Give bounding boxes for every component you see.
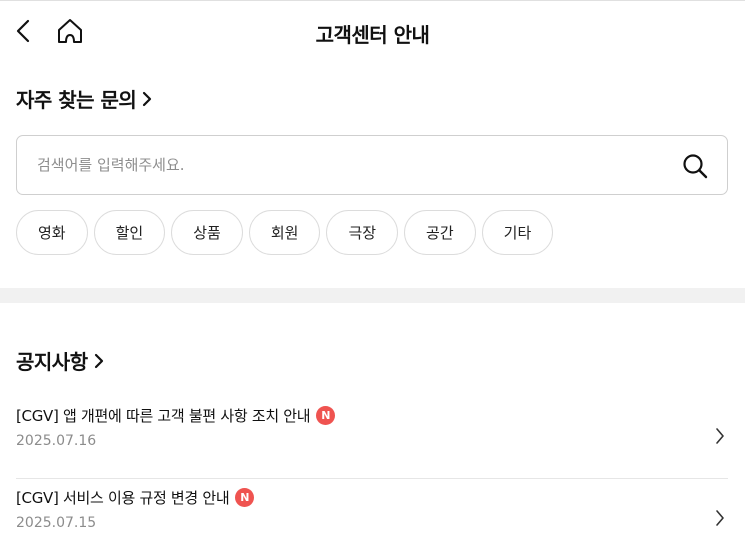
faq-title-link[interactable]: 자주 찾는 문의 bbox=[16, 84, 728, 113]
chevron-right-icon bbox=[716, 428, 724, 444]
faq-search-box[interactable] bbox=[16, 135, 728, 195]
page-title: 고객센터 안내 bbox=[315, 23, 430, 47]
notice-item-date: 2025.07.15 bbox=[16, 515, 97, 531]
chevron-right-icon bbox=[143, 91, 152, 106]
chip-movie[interactable]: 영화 bbox=[16, 210, 88, 255]
notice-item-date: 2025.07.16 bbox=[16, 433, 97, 449]
notice-title-row: [CGV] 앱 개편에 따른 고객 불편 사항 조치 안내 N bbox=[16, 405, 336, 426]
faq-category-chips: 영화 할인 상품 회원 극장 공간 기타 bbox=[16, 210, 728, 255]
section-divider bbox=[0, 288, 745, 303]
list-item[interactable]: [CGV] 서비스 이용 규정 변경 안내 N 2025.07.15 bbox=[16, 479, 728, 552]
chip-theater[interactable]: 극장 bbox=[326, 210, 399, 255]
faq-title: 자주 찾는 문의 bbox=[16, 88, 137, 112]
search-icon[interactable] bbox=[682, 153, 708, 179]
notice-section: 공지사항 [CGV] 앱 개편에 따른 고객 불편 사항 조치 안내 N 202… bbox=[16, 346, 728, 552]
chip-etc[interactable]: 기타 bbox=[481, 210, 554, 255]
chip-discount[interactable]: 할인 bbox=[93, 210, 166, 255]
chevron-right-icon bbox=[716, 510, 724, 526]
chip-member[interactable]: 회원 bbox=[248, 210, 321, 255]
notice-item-title: [CGV] 서비스 이용 규정 변경 안내 bbox=[16, 489, 230, 507]
chip-product[interactable]: 상품 bbox=[171, 210, 243, 255]
new-badge: N bbox=[235, 488, 255, 507]
customer-center-page: 고객센터 안내 자주 찾는 문의 영화 할인 상품 회원 극장 공간 기타 bbox=[0, 0, 745, 552]
list-item[interactable]: [CGV] 앱 개편에 따른 고객 불편 사항 조치 안내 N 2025.07.… bbox=[16, 397, 728, 479]
chevron-right-icon bbox=[94, 353, 103, 368]
new-badge: N bbox=[316, 406, 336, 425]
top-header: 고객센터 안내 bbox=[0, 0, 745, 62]
notice-item-title: [CGV] 앱 개편에 따른 고객 불편 사항 조치 안내 bbox=[16, 407, 311, 425]
notice-title-link[interactable]: 공지사항 bbox=[16, 346, 728, 375]
faq-section: 자주 찾는 문의 영화 할인 상품 회원 극장 공간 기타 bbox=[16, 84, 728, 255]
chip-space[interactable]: 공간 bbox=[404, 210, 476, 255]
search-input[interactable] bbox=[37, 136, 637, 194]
notice-title-row: [CGV] 서비스 이용 규정 변경 안내 N bbox=[16, 487, 255, 508]
notice-list: [CGV] 앱 개편에 따른 고객 불편 사항 조치 안내 N 2025.07.… bbox=[16, 397, 728, 552]
notice-title: 공지사항 bbox=[16, 350, 88, 374]
